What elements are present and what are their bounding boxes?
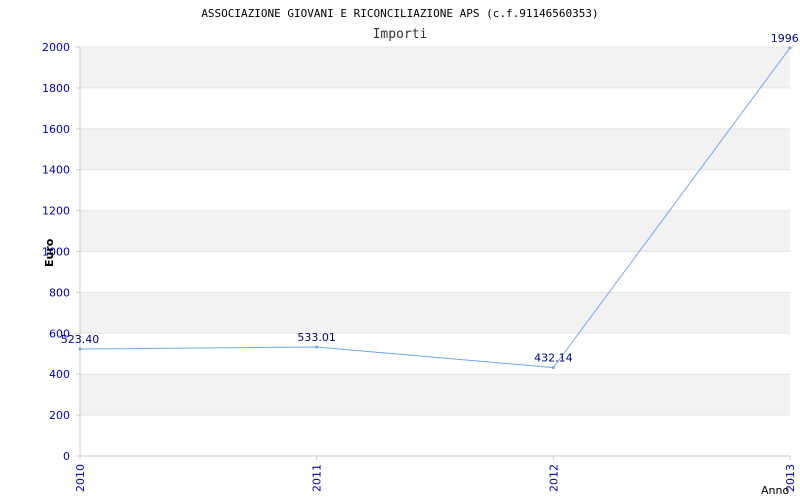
data-point xyxy=(78,347,82,351)
chart-title: ASSOCIAZIONE GIOVANI E RICONCILIAZIONE A… xyxy=(201,7,598,20)
grid-band xyxy=(80,47,790,88)
y-tick-label: 0 xyxy=(63,450,70,463)
y-tick-label: 2000 xyxy=(42,41,70,54)
x-tick-label: 2012 xyxy=(547,464,560,492)
y-tick-label: 1400 xyxy=(42,164,70,177)
x-tick-label: 2011 xyxy=(311,464,324,492)
y-tick-label: 800 xyxy=(49,286,70,299)
y-tick-label: 200 xyxy=(49,409,70,422)
chart: ASSOCIAZIONE GIOVANI E RICONCILIAZIONE A… xyxy=(42,7,800,497)
x-axis-ticks: 2010 2011 2012 2013 xyxy=(74,456,797,492)
y-axis-label: Euro xyxy=(43,238,56,267)
x-tick-label: 2010 xyxy=(74,464,87,492)
plot-background xyxy=(80,47,790,416)
data-label: 523.40 xyxy=(61,333,100,346)
data-label: 533.01 xyxy=(297,331,336,344)
grid-band xyxy=(80,292,790,334)
chart-subtitle: Importi xyxy=(373,27,428,42)
grid-band xyxy=(80,128,790,170)
data-point xyxy=(551,366,555,370)
data-point xyxy=(788,46,792,50)
y-tick-label: 1800 xyxy=(42,82,70,95)
data-label: 1996.0 xyxy=(771,32,800,45)
grid-band xyxy=(80,374,790,416)
y-tick-label: 1200 xyxy=(42,205,70,218)
y-tick-label: 1600 xyxy=(42,123,70,136)
x-axis-label: Anno xyxy=(761,484,789,497)
y-tick-label: 400 xyxy=(49,368,70,381)
data-label: 432.14 xyxy=(534,352,573,365)
data-point xyxy=(315,345,319,349)
grid-band xyxy=(80,210,790,252)
